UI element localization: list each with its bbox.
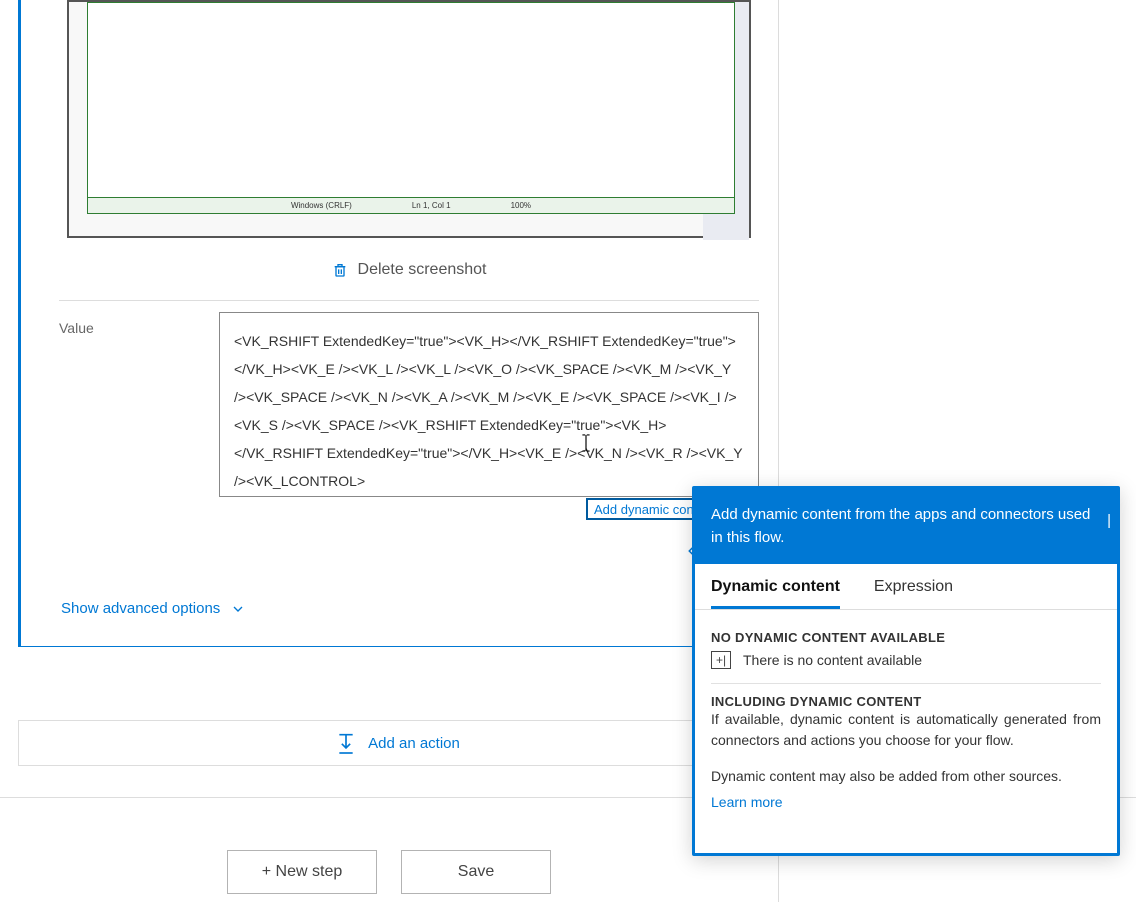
add-action-button[interactable]: Add an action xyxy=(18,720,778,766)
save-button[interactable]: Save xyxy=(401,850,551,894)
screenshot-status-zoom: 100% xyxy=(511,201,531,210)
add-action-label: Add an action xyxy=(368,735,460,752)
dynamic-content-panel: Add dynamic content from the apps and co… xyxy=(692,486,1120,856)
other-sources-text: Dynamic content may also be added from o… xyxy=(711,766,1101,788)
screenshot-status-encoding: Windows (CRLF) xyxy=(291,201,352,210)
value-text: <VK_RSHIFT ExtendedKey="true"><VK_H></VK… xyxy=(234,333,742,489)
show-advanced-label: Show advanced options xyxy=(61,600,220,617)
screenshot-preview: Windows (CRLF) Ln 1, Col 1 100% xyxy=(67,0,751,238)
dynamic-content-header-text: Add dynamic content from the apps and co… xyxy=(711,506,1090,546)
delete-screenshot-label: Delete screenshot xyxy=(358,261,487,279)
new-step-label: + New step xyxy=(262,863,342,881)
chevron-down-icon xyxy=(230,601,246,617)
action-card: Windows (CRLF) Ln 1, Col 1 100% Delete s… xyxy=(18,0,778,647)
trash-icon xyxy=(332,261,348,279)
screenshot-notepad-window: Windows (CRLF) Ln 1, Col 1 100% xyxy=(87,2,735,214)
screenshot-status-position: Ln 1, Col 1 xyxy=(412,201,451,210)
show-advanced-options-link[interactable]: Show advanced options xyxy=(61,600,246,617)
dynamic-content-tabs: Dynamic content Expression xyxy=(695,564,1117,609)
dynamic-content-header: Add dynamic content from the apps and co… xyxy=(695,489,1117,564)
tab-dynamic-content[interactable]: Dynamic content xyxy=(711,578,840,609)
hide-panel-link[interactable]: | xyxy=(1107,509,1111,532)
screenshot-statusbar: Windows (CRLF) Ln 1, Col 1 100% xyxy=(88,197,734,213)
no-content-heading: NO DYNAMIC CONTENT AVAILABLE xyxy=(711,630,1101,645)
plus-box-icon: +| xyxy=(711,651,731,669)
edit-code-button[interactable]: Edit co xyxy=(219,536,759,566)
learn-more-link[interactable]: Learn more xyxy=(711,794,783,810)
dc-separator xyxy=(711,683,1101,684)
bottom-buttons: + New step Save xyxy=(227,850,551,894)
add-action-icon xyxy=(336,731,356,755)
divider xyxy=(59,300,759,301)
save-label: Save xyxy=(458,863,494,881)
add-dynamic-content-label: Add dynamic con xyxy=(594,502,694,517)
no-content-row: +| There is no content available xyxy=(711,651,1101,669)
value-label: Value xyxy=(59,320,94,336)
tab-expression[interactable]: Expression xyxy=(874,578,953,609)
including-text: If available, dynamic content is automat… xyxy=(711,709,1101,752)
new-step-button[interactable]: + New step xyxy=(227,850,377,894)
delete-screenshot-button[interactable]: Delete screenshot xyxy=(67,250,751,290)
dynamic-content-body: NO DYNAMIC CONTENT AVAILABLE +| There is… xyxy=(695,610,1117,818)
including-heading: INCLUDING DYNAMIC CONTENT xyxy=(711,694,1101,709)
value-input[interactable]: <VK_RSHIFT ExtendedKey="true"><VK_H></VK… xyxy=(219,312,759,497)
no-content-text: There is no content available xyxy=(743,652,922,668)
tab-dynamic-label: Dynamic content xyxy=(711,578,840,595)
tab-expression-label: Expression xyxy=(874,578,953,595)
